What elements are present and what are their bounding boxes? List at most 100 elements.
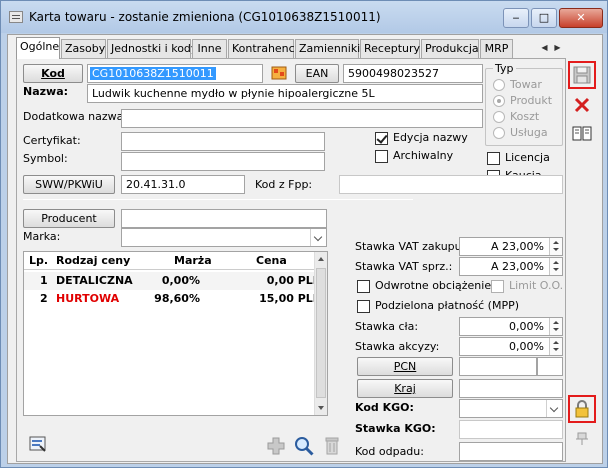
edycja-nazwy-checkbox[interactable] bbox=[375, 132, 388, 145]
dodatkowa-nazwa-label: Dodatkowa nazwa: bbox=[23, 110, 128, 123]
stawka-vat-zakupu-field[interactable]: A 23,00% bbox=[459, 237, 563, 256]
producent-field[interactable] bbox=[121, 209, 327, 228]
producent-button[interactable]: Producent bbox=[23, 209, 115, 228]
marka-dropdown-icon[interactable] bbox=[310, 229, 326, 246]
kod-kgo-dropdown-icon[interactable] bbox=[546, 400, 562, 417]
tab-scroll-left-icon[interactable]: ◀ bbox=[538, 41, 551, 55]
cancel-icon[interactable] bbox=[568, 91, 596, 119]
separator bbox=[23, 199, 413, 200]
kod-button[interactable]: Kod bbox=[23, 64, 83, 83]
kod-odpadu-field[interactable] bbox=[459, 442, 563, 461]
close-button[interactable]: ✕ bbox=[559, 8, 603, 28]
odwrotne-obciazenie-checkbox[interactable] bbox=[357, 280, 370, 293]
typ-radio-usluga[interactable] bbox=[493, 127, 505, 139]
ean-button[interactable]: EAN bbox=[295, 64, 339, 83]
scroll-thumb[interactable] bbox=[316, 268, 326, 398]
tab-zasoby[interactable]: Zasoby bbox=[61, 39, 106, 58]
prices-table: Lp. Rodzaj ceny Marża Cena 1 DETALICZNA … bbox=[23, 251, 328, 416]
archiwalny-checkbox[interactable] bbox=[375, 150, 388, 163]
prices-table-scrollbar[interactable] bbox=[314, 252, 327, 415]
stawka-vat-zakupu-spinner[interactable] bbox=[549, 238, 562, 255]
typ-label: Typ bbox=[493, 62, 516, 75]
typ-radio-produkt[interactable] bbox=[493, 95, 505, 107]
typ-produkt-label: Produkt bbox=[510, 94, 553, 107]
kod-value: CG1010638Z1510011 bbox=[90, 67, 216, 80]
table-row[interactable]: 1 DETALICZNA 0,00% 0,00 PLN bbox=[24, 272, 322, 290]
tab-zamienniki[interactable]: Zamienniki bbox=[295, 39, 360, 58]
delete-icon[interactable] bbox=[321, 435, 343, 457]
title-bar[interactable]: Karta towaru - zostanie zmieniona (CG101… bbox=[1, 1, 607, 33]
tab-kontrahenci[interactable]: Kontrahenci bbox=[228, 39, 298, 58]
tab-ogolne[interactable]: Ogólne bbox=[16, 37, 60, 59]
pcn-field[interactable] bbox=[459, 357, 537, 376]
tab-jednostki-i-kody[interactable]: Jednostki i kody bbox=[107, 39, 197, 58]
stawka-akcyzy-field[interactable]: 0,00% bbox=[459, 337, 563, 356]
typ-radio-koszt[interactable] bbox=[493, 111, 505, 123]
nazwa-label: Nazwa: bbox=[23, 85, 69, 98]
tab-produkcja[interactable]: Produkcja bbox=[421, 39, 479, 58]
dodatkowa-nazwa-field[interactable] bbox=[121, 109, 483, 128]
stawka-vat-sprz-spinner[interactable] bbox=[549, 258, 562, 275]
lock-button[interactable] bbox=[568, 395, 596, 423]
licencja-checkbox[interactable] bbox=[487, 152, 500, 165]
kod-generator-icon[interactable] bbox=[269, 63, 289, 83]
stawka-akcyzy-label: Stawka akcyzy: bbox=[355, 340, 440, 353]
marka-combobox[interactable] bbox=[121, 228, 327, 247]
kod-kgo-combobox[interactable] bbox=[459, 399, 563, 418]
minimize-button[interactable]: ‒ bbox=[503, 8, 529, 28]
tab-receptury[interactable]: Receptury bbox=[360, 39, 420, 58]
pin-icon[interactable] bbox=[568, 423, 596, 451]
col-cena[interactable]: Cena bbox=[256, 254, 287, 267]
tab-page-ogolne: Kod CG1010638Z1510011 EAN 5900498023527 … bbox=[16, 58, 566, 462]
print-price-list-icon[interactable] bbox=[27, 433, 49, 455]
col-rodzaj-ceny[interactable]: Rodzaj ceny bbox=[56, 254, 130, 267]
sww-pkwiu-field[interactable]: 20.41.31.0 bbox=[121, 175, 245, 194]
stawka-vat-sprz-field[interactable]: A 23,00% bbox=[459, 257, 563, 276]
maximize-button[interactable]: □ bbox=[531, 8, 557, 28]
add-icon[interactable] bbox=[265, 435, 287, 457]
kraj-field[interactable] bbox=[459, 379, 563, 398]
scroll-down-icon[interactable] bbox=[315, 402, 327, 415]
typ-radio-towar[interactable] bbox=[493, 79, 505, 91]
tab-scroll-right-icon[interactable]: ▶ bbox=[551, 41, 564, 55]
save-button[interactable] bbox=[568, 61, 596, 89]
scroll-up-icon[interactable] bbox=[315, 252, 327, 265]
typ-usluga-label: Usługa bbox=[510, 126, 548, 139]
row-lp: 1 bbox=[40, 274, 48, 287]
certyfikat-field[interactable] bbox=[121, 132, 325, 151]
stawka-cla-value: 0,00% bbox=[509, 320, 544, 333]
archiwalny-label: Archiwalny bbox=[393, 149, 454, 162]
marka-label: Marka: bbox=[23, 230, 61, 243]
col-marza[interactable]: Marża bbox=[174, 254, 212, 267]
ean-field[interactable]: 5900498023527 bbox=[343, 64, 483, 83]
podzielona-platnosc-checkbox[interactable] bbox=[357, 300, 370, 313]
tab-mrp[interactable]: MRP bbox=[480, 39, 513, 58]
limit-oo-checkbox[interactable] bbox=[491, 280, 504, 293]
pcn-extra-field[interactable] bbox=[537, 357, 563, 376]
stawka-akcyzy-spinner[interactable] bbox=[549, 338, 562, 355]
kraj-button[interactable]: Kraj bbox=[357, 379, 453, 398]
book-icon[interactable] bbox=[568, 119, 596, 147]
stawka-cla-spinner[interactable] bbox=[549, 318, 562, 335]
row-rodzaj: DETALICZNA bbox=[56, 274, 133, 287]
tab-inne[interactable]: Inne bbox=[192, 39, 227, 58]
pcn-button[interactable]: PCN bbox=[357, 357, 453, 376]
row-cena: 15,00 PLN bbox=[259, 292, 322, 305]
edycja-nazwy-label: Edycja nazwy bbox=[393, 131, 468, 144]
app-icon bbox=[9, 11, 23, 23]
symbol-field[interactable] bbox=[121, 152, 325, 171]
table-row[interactable]: 2 HURTOWA 98,60% 15,00 PLN bbox=[24, 290, 322, 308]
kod-field[interactable]: CG1010638Z1510011 bbox=[87, 64, 263, 83]
kod-z-fpp-field[interactable] bbox=[339, 175, 563, 194]
sww-pkwiu-button[interactable]: SWW/PKWiU bbox=[23, 175, 115, 194]
col-lp[interactable]: Lp. bbox=[29, 254, 48, 267]
podzielona-platnosc-label: Podzielona płatność (MPP) bbox=[375, 299, 520, 312]
row-rodzaj: HURTOWA bbox=[56, 292, 120, 305]
stawka-kgo-field[interactable] bbox=[459, 420, 563, 439]
stawka-cla-field[interactable]: 0,00% bbox=[459, 317, 563, 336]
row-lp: 2 bbox=[40, 292, 48, 305]
nazwa-field[interactable]: Ludwik kuchenne mydło w płynie hipoalerg… bbox=[87, 84, 483, 103]
search-icon[interactable] bbox=[293, 435, 315, 457]
kod-kgo-label: Kod KGO: bbox=[355, 401, 414, 414]
karta-towaru-window: Karta towaru - zostanie zmieniona (CG101… bbox=[0, 0, 608, 468]
